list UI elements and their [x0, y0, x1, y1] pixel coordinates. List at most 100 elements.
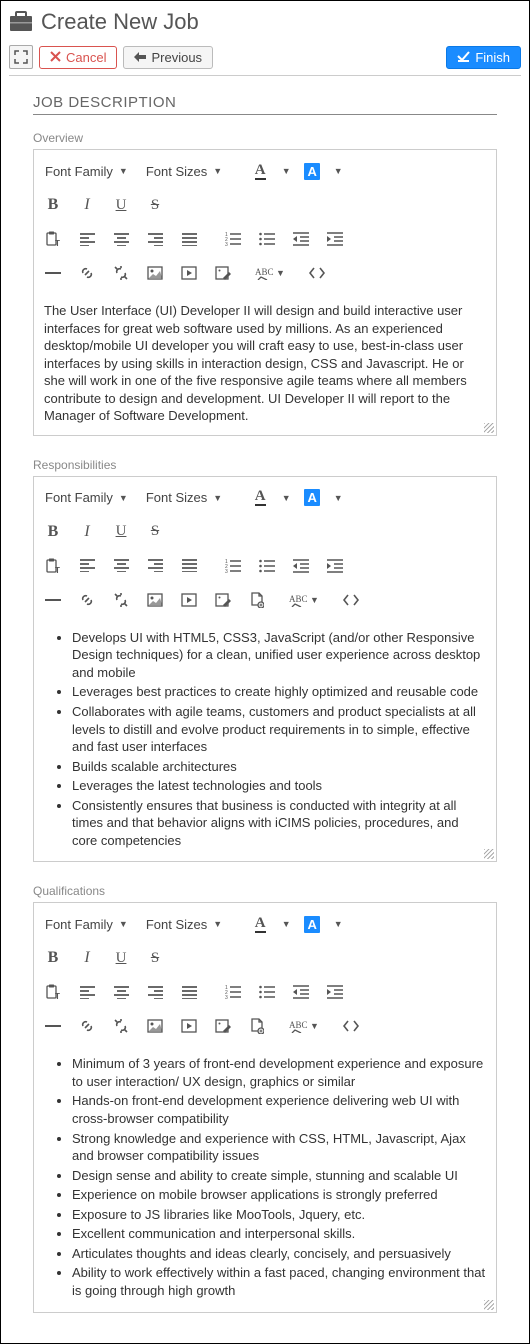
- underline-button[interactable]: U: [106, 190, 136, 220]
- strike-button[interactable]: S: [140, 517, 170, 547]
- italic-button[interactable]: I: [72, 943, 102, 973]
- underline-button[interactable]: U: [106, 517, 136, 547]
- source-code-button[interactable]: [336, 1011, 366, 1041]
- paste-text-button[interactable]: T: [38, 551, 68, 581]
- insert-media-button[interactable]: [174, 1011, 204, 1041]
- align-right-button[interactable]: [140, 551, 170, 581]
- text-color-button[interactable]: A: [245, 909, 275, 939]
- qualifications-content[interactable]: Minimum of 3 years of front-end developm…: [34, 1047, 496, 1311]
- horizontal-rule-button[interactable]: [38, 258, 68, 288]
- align-right-button[interactable]: [140, 977, 170, 1007]
- bold-button[interactable]: B: [38, 190, 68, 220]
- paste-text-button[interactable]: T: [38, 977, 68, 1007]
- edit-image-button[interactable]: [208, 258, 238, 288]
- new-document-button[interactable]: [242, 1011, 272, 1041]
- qualifications-list: Minimum of 3 years of front-end developm…: [44, 1055, 486, 1299]
- overview-content[interactable]: The User Interface (UI) Developer II wil…: [34, 294, 496, 435]
- align-center-button[interactable]: [106, 551, 136, 581]
- numbered-list-button[interactable]: 123: [218, 551, 248, 581]
- remove-link-button[interactable]: [106, 258, 136, 288]
- text-color-caret[interactable]: ▼: [279, 156, 293, 186]
- insert-image-button[interactable]: [140, 258, 170, 288]
- spellcheck-button[interactable]: ABC▼: [252, 258, 288, 288]
- list-item: Builds scalable architectures: [72, 758, 486, 776]
- list-item: Ability to work effectively within a fas…: [72, 1264, 486, 1299]
- overview-toolbar: Font Family▼Font Sizes▼A▼A▼BIUST123ABC▼: [34, 150, 496, 294]
- spellcheck-button[interactable]: ABC▼: [286, 585, 322, 615]
- align-left-button[interactable]: [72, 977, 102, 1007]
- resize-handle[interactable]: [484, 849, 494, 859]
- spellcheck-button[interactable]: ABC▼: [286, 1011, 322, 1041]
- background-color-caret[interactable]: ▼: [331, 909, 345, 939]
- insert-image-button[interactable]: [140, 585, 170, 615]
- align-justify-button[interactable]: [174, 551, 204, 581]
- bold-button[interactable]: B: [38, 517, 68, 547]
- italic-button[interactable]: I: [72, 517, 102, 547]
- font-sizes-dropdown[interactable]: Font Sizes▼: [139, 159, 229, 184]
- source-code-button[interactable]: [336, 585, 366, 615]
- finish-button[interactable]: Finish: [446, 46, 521, 69]
- cancel-button[interactable]: Cancel: [39, 46, 117, 69]
- indent-button[interactable]: [320, 977, 350, 1007]
- align-center-button[interactable]: [106, 224, 136, 254]
- fullscreen-button[interactable]: [9, 45, 33, 69]
- align-right-button[interactable]: [140, 224, 170, 254]
- strike-button[interactable]: S: [140, 943, 170, 973]
- background-color-button[interactable]: A: [297, 483, 327, 513]
- previous-button[interactable]: Previous: [123, 46, 213, 69]
- background-color-button[interactable]: A: [297, 156, 327, 186]
- insert-media-button[interactable]: [174, 585, 204, 615]
- numbered-list-button[interactable]: 123: [218, 977, 248, 1007]
- numbered-list-button[interactable]: 123: [218, 224, 248, 254]
- bold-button[interactable]: B: [38, 943, 68, 973]
- edit-image-button[interactable]: [208, 1011, 238, 1041]
- background-color-caret[interactable]: ▼: [331, 156, 345, 186]
- edit-image-button[interactable]: [208, 585, 238, 615]
- source-code-button[interactable]: [302, 258, 332, 288]
- outdent-button[interactable]: [286, 551, 316, 581]
- horizontal-rule-button[interactable]: [38, 1011, 68, 1041]
- outdent-button[interactable]: [286, 224, 316, 254]
- insert-link-button[interactable]: [72, 585, 102, 615]
- font-sizes-dropdown[interactable]: Font Sizes▼: [139, 912, 229, 937]
- background-color-caret[interactable]: ▼: [331, 483, 345, 513]
- bullet-list-button[interactable]: [252, 551, 282, 581]
- new-document-button[interactable]: [242, 585, 272, 615]
- font-family-dropdown[interactable]: Font Family▼: [38, 485, 135, 510]
- italic-button[interactable]: I: [72, 190, 102, 220]
- font-family-dropdown[interactable]: Font Family▼: [38, 912, 135, 937]
- responsibilities-list: Develops UI with HTML5, CSS3, JavaScript…: [44, 629, 486, 850]
- bullet-list-button[interactable]: [252, 224, 282, 254]
- font-sizes-dropdown[interactable]: Font Sizes▼: [139, 485, 229, 510]
- align-left-button[interactable]: [72, 551, 102, 581]
- insert-media-button[interactable]: [174, 258, 204, 288]
- bullet-list-button[interactable]: [252, 977, 282, 1007]
- underline-button[interactable]: U: [106, 943, 136, 973]
- insert-link-button[interactable]: [72, 258, 102, 288]
- text-color-caret[interactable]: ▼: [279, 483, 293, 513]
- align-justify-button[interactable]: [174, 977, 204, 1007]
- insert-link-button[interactable]: [72, 1011, 102, 1041]
- outdent-button[interactable]: [286, 977, 316, 1007]
- text-color-button[interactable]: A: [245, 156, 275, 186]
- resize-handle[interactable]: [484, 1300, 494, 1310]
- align-center-button[interactable]: [106, 977, 136, 1007]
- align-left-button[interactable]: [72, 224, 102, 254]
- svg-text:ABC: ABC: [289, 594, 307, 604]
- responsibilities-content[interactable]: Develops UI with HTML5, CSS3, JavaScript…: [34, 621, 496, 862]
- horizontal-rule-button[interactable]: [38, 585, 68, 615]
- paste-text-button[interactable]: T: [38, 224, 68, 254]
- align-justify-button[interactable]: [174, 224, 204, 254]
- strike-button[interactable]: S: [140, 190, 170, 220]
- text-color-button[interactable]: A: [245, 483, 275, 513]
- remove-link-button[interactable]: [106, 1011, 136, 1041]
- background-color-button[interactable]: A: [297, 909, 327, 939]
- indent-button[interactable]: [320, 224, 350, 254]
- indent-button[interactable]: [320, 551, 350, 581]
- remove-link-button[interactable]: [106, 585, 136, 615]
- text-color-caret[interactable]: ▼: [279, 909, 293, 939]
- font-family-dropdown[interactable]: Font Family▼: [38, 159, 135, 184]
- insert-image-button[interactable]: [140, 1011, 170, 1041]
- action-bar: Cancel Previous Finish: [9, 45, 521, 76]
- resize-handle[interactable]: [484, 423, 494, 433]
